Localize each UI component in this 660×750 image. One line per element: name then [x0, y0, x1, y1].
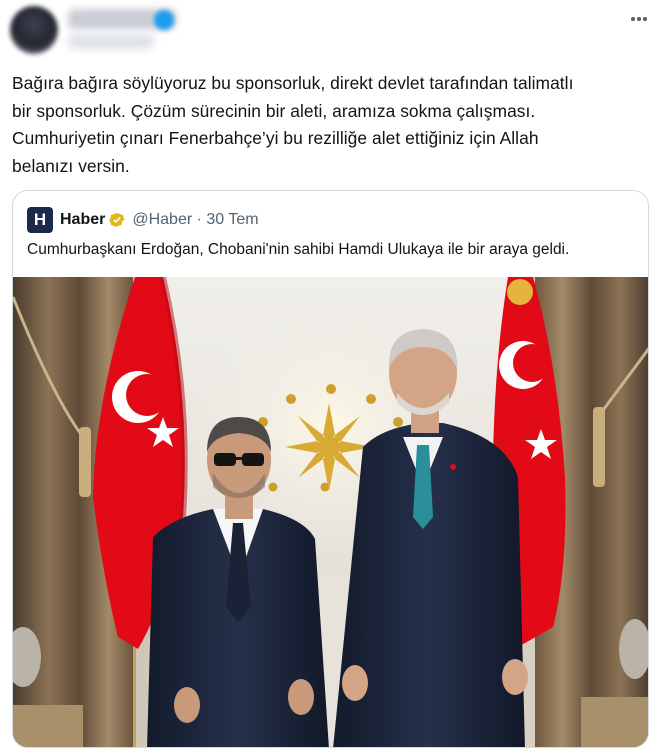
- haber-logo-icon[interactable]: H: [27, 207, 53, 233]
- tweet-text-line: Cumhuriyetin çınarı Fenerbahçe’yi bu rez…: [12, 128, 539, 149]
- quoted-tweet-card[interactable]: H Haber @Haber · 30 Tem Cumhurbaşkanı Er…: [12, 190, 649, 748]
- author-avatar[interactable]: [10, 6, 58, 54]
- quoted-tweet-text: Cumhurbaşkanı Erdoğan, Chobani'nin sahib…: [27, 241, 570, 258]
- quoted-tweet-header: H Haber @Haber · 30 Tem: [27, 207, 259, 233]
- author-handle-blurred[interactable]: [68, 34, 154, 49]
- tweet-text: Bağıra bağıra söylüyoruz bu sponsorluk, …: [12, 70, 648, 180]
- tweet-text-line: belanızı versin.: [12, 155, 130, 176]
- tweet-header: [0, 0, 660, 56]
- quoted-handle-date[interactable]: @Haber · 30 Tem: [132, 211, 258, 229]
- tweet-text-line: bir sponsorluk. Çözüm sürecinin bir alet…: [12, 100, 536, 121]
- verified-badge-icon: [154, 10, 174, 30]
- ellipsis-horizontal-icon: [631, 17, 635, 21]
- quoted-author-name[interactable]: Haber: [60, 211, 105, 229]
- news-photo-image[interactable]: [13, 277, 649, 748]
- more-options-button[interactable]: [622, 6, 656, 32]
- gold-verified-badge-icon: [109, 213, 126, 227]
- tweet-text-line: Bağıra bağıra söylüyoruz bu sponsorluk, …: [12, 73, 574, 93]
